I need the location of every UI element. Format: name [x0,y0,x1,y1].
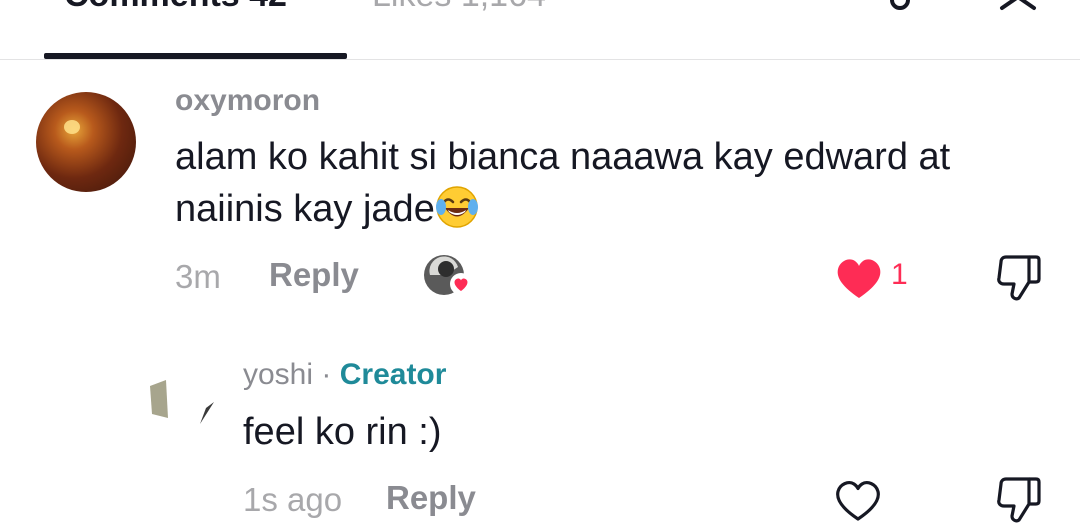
thumbs-down-icon[interactable] [995,254,1041,302]
heart-outline-icon[interactable] [834,478,882,522]
reply-button[interactable]: Reply [269,256,359,294]
comment-timestamp: 3m [175,258,221,295]
thumbs-down-icon[interactable] [995,476,1041,524]
avatar[interactable] [36,92,136,192]
tab-divider [0,59,1080,60]
tab-likes[interactable]: Likes 1,164 [372,0,546,15]
separator-dot: · [321,358,332,391]
comment-text: feel ko rin :) [243,411,442,453]
reply-username-line: yoshi · Creator [243,358,446,392]
comment-text: alam ko kahit si bianca naaawa kay edwar… [175,131,1035,235]
comment-username[interactable]: yoshi [243,358,313,391]
comments-tab-bar: Comments 42 Likes 1,164 [0,0,1080,60]
avatar[interactable] [146,378,220,452]
comment-timestamp: 1s ago [243,481,343,518]
heart-icon[interactable] [835,256,883,300]
like-count: 1 [891,258,908,291]
creator-liked-badge-icon [424,255,472,295]
comment-body: alam ko kahit si bianca naaawa kay edwar… [175,136,951,230]
tab-comments[interactable]: Comments 42 [64,0,287,15]
reply-button[interactable]: Reply [386,479,476,517]
close-icon[interactable] [996,0,1040,14]
filter-icon[interactable] [866,0,922,16]
laughing-tears-emoji-icon [435,186,478,228]
comment-username[interactable]: oxymoron [175,84,320,118]
creator-badge: Creator [339,358,447,391]
